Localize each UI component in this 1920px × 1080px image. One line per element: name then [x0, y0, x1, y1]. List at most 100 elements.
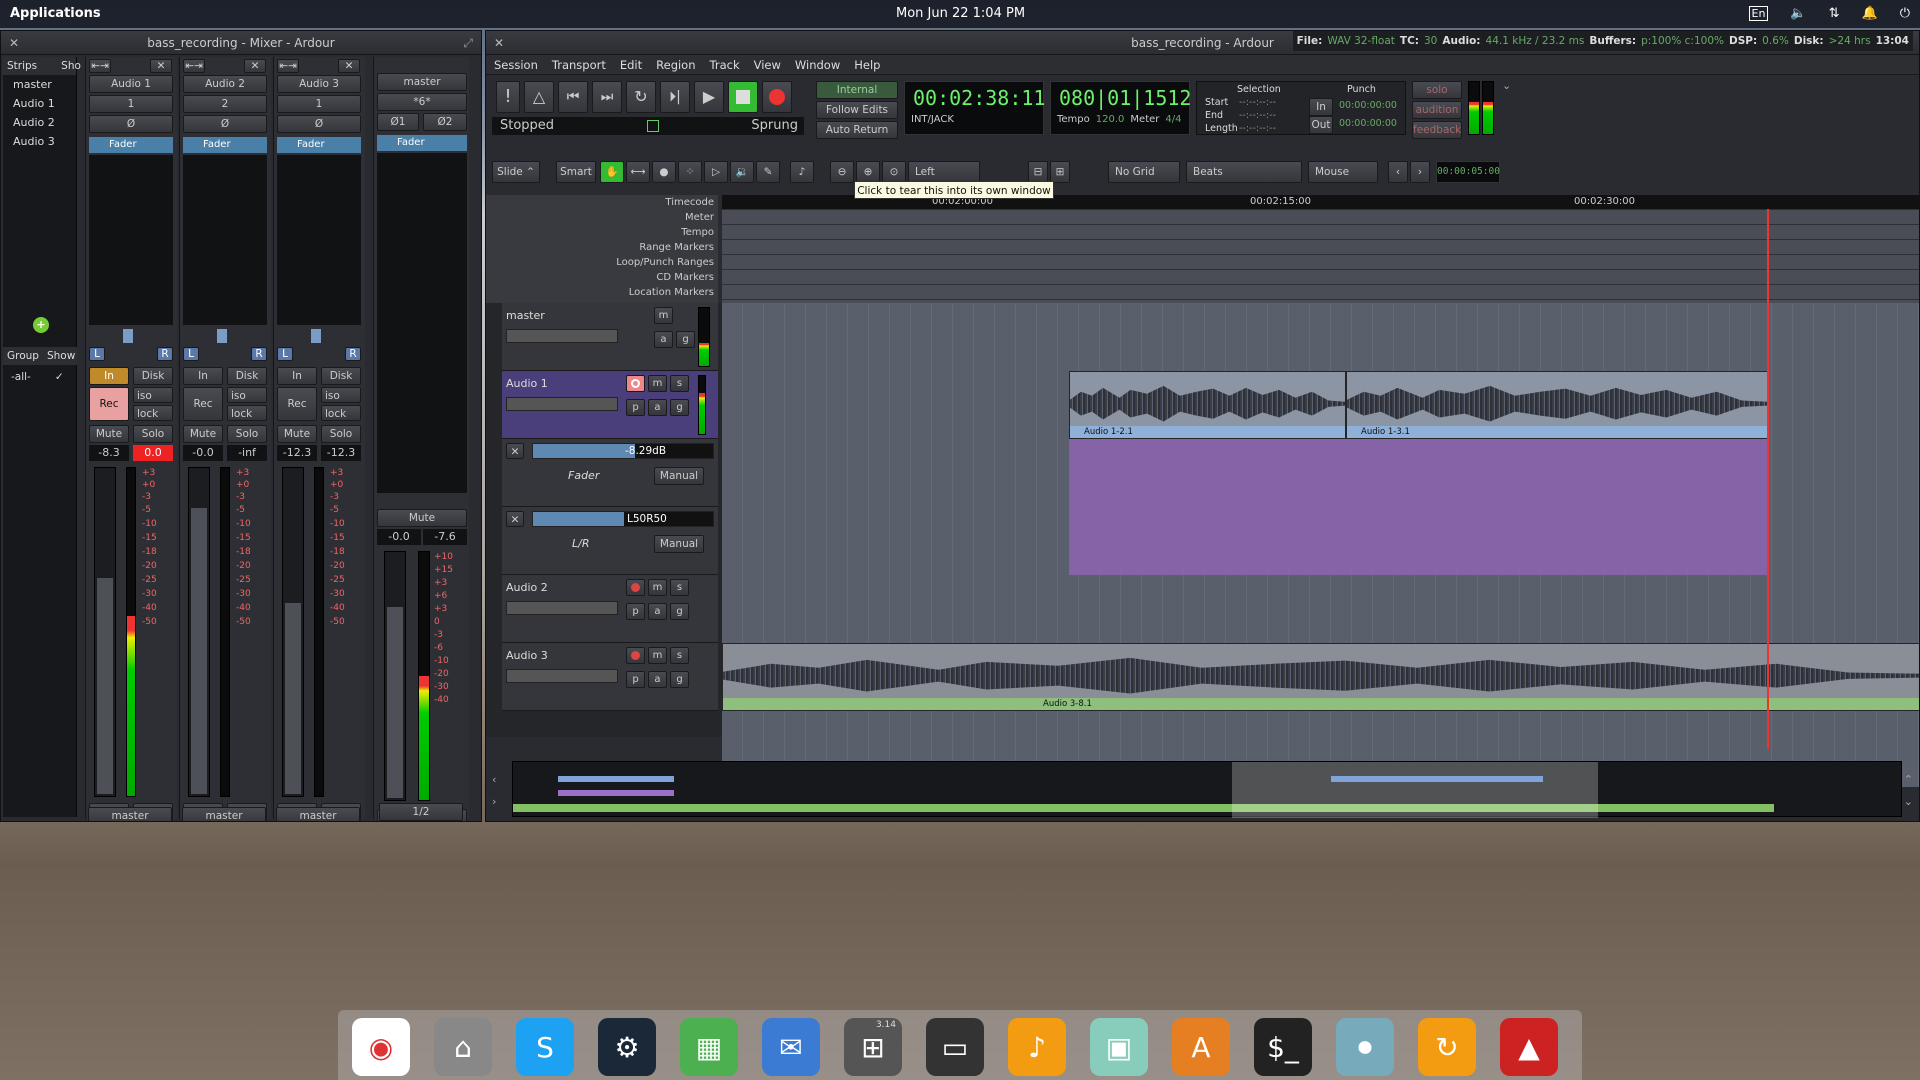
sel-length-value[interactable]: --:--:--:-- — [1239, 122, 1276, 135]
track-header-master[interactable]: master m a g — [502, 303, 718, 371]
trim-knob[interactable] — [311, 329, 321, 343]
output-button[interactable]: master — [276, 807, 360, 821]
mute-button[interactable]: m — [654, 307, 673, 324]
cut-tool-icon[interactable]: ● — [652, 161, 676, 183]
menu-help[interactable]: Help — [854, 55, 880, 74]
plugin-fader[interactable]: Fader — [89, 137, 173, 153]
master-mute-button[interactable]: Mute — [377, 509, 467, 527]
group-all[interactable]: -all- — [11, 371, 31, 383]
automation-button[interactable]: a — [648, 399, 667, 416]
scroll-right-icon[interactable]: › — [492, 795, 496, 808]
ruler-cd-markers[interactable]: CD Markers — [486, 270, 714, 285]
mute-button[interactable]: Mute — [89, 425, 129, 443]
appstore-icon[interactable]: A — [1172, 1018, 1230, 1076]
track-gain-slider[interactable] — [506, 669, 618, 683]
calculator-icon[interactable]: ⊞ 3.14 — [844, 1018, 902, 1076]
ruler-loop-punch[interactable]: Loop/Punch Ranges — [486, 255, 714, 270]
grid-type-select[interactable]: No Grid — [1108, 161, 1180, 183]
strip-name-button[interactable]: Audio 3 — [277, 75, 361, 93]
playlist-button[interactable]: p — [626, 671, 645, 688]
sync-icon[interactable]: ↻ — [1418, 1018, 1476, 1076]
phase-invert-button[interactable]: Ø — [89, 115, 173, 133]
checkmark-icon[interactable]: ✓ — [55, 371, 64, 383]
stop-icon[interactable] — [728, 81, 758, 113]
solo-button[interactable]: Solo — [321, 425, 361, 443]
zoom-session-icon[interactable]: ⊙ — [882, 161, 906, 183]
master-plugin-fader[interactable]: Fader — [377, 135, 467, 151]
shrink-tracks-icon[interactable]: ⊟ — [1028, 161, 1048, 183]
plugin-fader[interactable]: Fader — [277, 137, 361, 153]
ruler-tempo[interactable]: Tempo — [486, 225, 714, 240]
keyboard-layout-indicator[interactable]: En — [1748, 6, 1769, 21]
solo-button[interactable]: s — [670, 647, 689, 664]
rec-enable-button[interactable]: Rec — [183, 387, 223, 421]
smart-mode-button[interactable]: Smart — [556, 161, 596, 183]
audio-region[interactable]: Audio 1-3.1 — [1346, 371, 1768, 439]
volume-icon[interactable]: 🔈 — [1790, 6, 1806, 21]
track-gain-slider[interactable] — [506, 601, 618, 615]
mixer-page-indicator[interactable]: 1/2 — [379, 803, 463, 821]
iso-button[interactable]: iso — [227, 387, 267, 403]
maximize-icon[interactable]: ⤢ — [463, 31, 473, 55]
secondary-clock[interactable]: 080|01|1512 Tempo 120.0 Meter 4/4 — [1050, 81, 1191, 135]
ruler-range-markers[interactable]: Range Markers — [486, 240, 714, 255]
gain-display[interactable]: -12.3 — [277, 445, 317, 461]
group-button[interactable]: g — [670, 671, 689, 688]
menu-transport[interactable]: Transport — [552, 55, 606, 74]
ruler-location-markers[interactable]: Location Markers — [486, 285, 714, 300]
scroll-left-icon[interactable]: ‹ — [492, 773, 496, 786]
strip-width-icon[interactable]: ⇤⇥ — [89, 59, 111, 73]
mute-button[interactable]: m — [648, 579, 667, 596]
group-button[interactable]: g — [676, 331, 695, 348]
sel-start-value[interactable]: --:--:--:-- — [1239, 96, 1276, 109]
track-name[interactable]: Audio 1 — [506, 377, 548, 390]
master-gain-display[interactable]: -0.0 — [377, 529, 421, 545]
mixer-titlebar[interactable]: ✕ bass_recording - Mixer - Ardour ⤢ — [1, 31, 481, 55]
chevron-down-icon[interactable]: ⌄ — [1502, 79, 1511, 92]
strip-hide-icon[interactable]: ✕ — [150, 59, 172, 73]
menu-track[interactable]: Track — [710, 55, 740, 74]
gain-fader[interactable] — [188, 467, 210, 797]
network-icon[interactable]: ⇅ — [1829, 6, 1840, 21]
menu-edit[interactable]: Edit — [620, 55, 642, 74]
grid-unit-select[interactable]: Beats — [1186, 161, 1302, 183]
monitor-solo-button[interactable]: solo — [1412, 81, 1462, 99]
output-button[interactable]: master — [182, 807, 266, 821]
input-button[interactable]: 1 — [89, 95, 173, 113]
play-icon[interactable]: ▶ — [694, 81, 724, 113]
switch-icon[interactable]: ⏺ — [1336, 1018, 1394, 1076]
strip-item[interactable]: Audio 3 — [3, 132, 76, 151]
panel-clock[interactable]: Mon Jun 22 1:04 PM — [896, 6, 1025, 21]
input-button[interactable]: 1 — [277, 95, 361, 113]
goto-start-icon[interactable]: ⏮ — [558, 81, 588, 113]
hide-lane-icon[interactable]: ✕ — [506, 443, 524, 459]
track-name[interactable]: Audio 3 — [506, 649, 548, 662]
input-button[interactable]: 2 — [183, 95, 267, 113]
automation-button[interactable]: a — [648, 671, 667, 688]
automation-lane-pan[interactable]: ✕ L50R50 L/R Manual — [502, 507, 718, 575]
zoom-out-icon[interactable]: ⊖ — [830, 161, 854, 183]
pan-right-button[interactable]: R — [345, 347, 361, 361]
strip-item[interactable]: Audio 1 — [3, 94, 76, 113]
grab-tool-icon[interactable]: ✋ — [600, 161, 624, 183]
gain-fader[interactable] — [282, 467, 304, 797]
track-name[interactable]: Audio 2 — [506, 581, 548, 594]
gain-display[interactable]: -0.0 — [183, 445, 223, 461]
phase-invert-button[interactable]: Ø — [183, 115, 267, 133]
gain-display[interactable]: -8.3 — [89, 445, 129, 461]
monitor-input-button[interactable]: In — [277, 367, 317, 385]
ardour-icon[interactable]: ▲ — [1500, 1018, 1558, 1076]
group-button[interactable]: g — [670, 603, 689, 620]
phase-invert-button[interactable]: Ø — [277, 115, 361, 133]
terminal-icon[interactable]: $_ — [1254, 1018, 1312, 1076]
nudge-back-icon[interactable]: ‹ — [1388, 161, 1408, 183]
zoom-focus-select[interactable]: Left — [908, 161, 980, 183]
monitor-disk-button[interactable]: Disk — [133, 367, 173, 385]
screenshot-icon[interactable]: ▭ — [926, 1018, 984, 1076]
track-name[interactable]: master — [506, 309, 545, 322]
follow-edits-button[interactable]: Follow Edits — [816, 101, 898, 119]
scroll-up-icon[interactable]: ⌃ — [1904, 773, 1913, 786]
solo-button[interactable]: s — [670, 579, 689, 596]
internal-edit-icon[interactable]: ♪ — [790, 161, 814, 183]
lock-button[interactable]: lock — [227, 405, 267, 421]
